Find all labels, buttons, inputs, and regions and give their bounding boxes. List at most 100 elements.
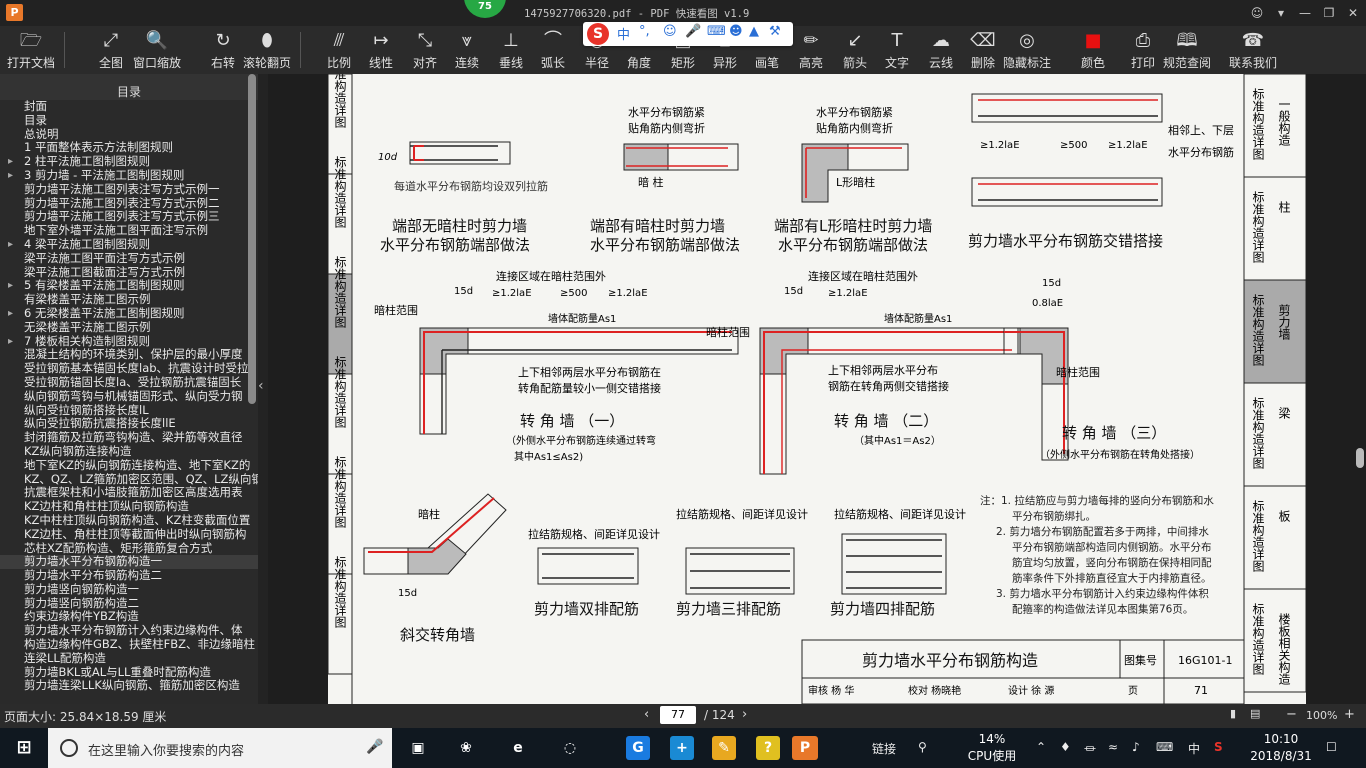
sidebar-scrollbar[interactable] xyxy=(248,74,256,404)
cross-app-icon[interactable]: + xyxy=(670,736,694,760)
help-app-icon[interactable]: ? xyxy=(756,736,780,760)
toc-item[interactable]: 梁平法施工图截面注写方式示例 xyxy=(0,266,258,280)
toc-item[interactable]: 梁平法施工图平面注写方式示例 xyxy=(0,252,258,266)
skin-icon[interactable]: ▲ xyxy=(749,24,759,39)
toc-item[interactable]: 剪力墙竖向钢筋构造二 xyxy=(0,597,258,611)
usb-icon[interactable]: ⏛ xyxy=(1084,740,1096,757)
close-button[interactable]: ✕ xyxy=(1344,4,1362,22)
layout-continuous-icon[interactable]: ▤ xyxy=(1250,707,1260,720)
toc-item[interactable]: 约束边缘构件YBZ构造 xyxy=(0,610,258,624)
wifi-icon[interactable]: ≈ xyxy=(1108,740,1118,754)
pdf-viewer-task-icon[interactable]: P xyxy=(792,736,818,760)
toc-item[interactable]: 剪力墙连梁LLK纵向钢筋、箍筋加密区构造 xyxy=(0,679,258,693)
toc-item[interactable]: 剪力墙水平分布钢筋构造一 xyxy=(0,555,258,570)
document-viewer[interactable]: 标准构造详图 标准构造详图 标准构造详图 标准构造详图 标准构造详图 标准构造详图 标准构… xyxy=(268,74,1356,704)
toc-item[interactable]: 目录 xyxy=(0,114,258,128)
toc-item[interactable]: 纵向钢筋弯钩与机械锚固形式、纵向受力钢 xyxy=(0,390,258,404)
score-badge[interactable]: 75 xyxy=(464,0,506,18)
toc-item[interactable]: 受拉钢筋基本锚固长度lab、抗震设计时受拉 xyxy=(0,362,258,376)
chevron-up-icon[interactable]: ⌃ xyxy=(1036,740,1046,754)
toc-item[interactable]: 封面 xyxy=(0,100,258,114)
user-ime-icon[interactable]: ☻ xyxy=(729,24,743,39)
next-page-button[interactable]: › xyxy=(742,707,747,722)
toc-item[interactable]: 连梁LL配筋构造 xyxy=(0,652,258,666)
ie-browser-icon[interactable]: e xyxy=(506,736,530,760)
toc-item[interactable]: 混凝土结构的环境类别、保护层的最小厚度 xyxy=(0,348,258,362)
notification-bell-icon[interactable]: ♦ xyxy=(1060,740,1071,754)
punctuation-icon[interactable]: °, xyxy=(639,24,650,39)
ime-language[interactable]: 中 xyxy=(1188,740,1200,757)
zoom-out-button[interactable]: − xyxy=(1286,707,1297,722)
toc-item[interactable]: 剪力墙平法施工图列表注写方式示例一 xyxy=(0,183,258,197)
microphone-icon[interactable]: 🎤 xyxy=(366,739,383,755)
toc-item[interactable]: 抗震框架柱和小墙肢箍筋加密区高度选用表 xyxy=(0,486,258,500)
toolbar-arc-button[interactable]: ⌒ 弧长 xyxy=(528,26,578,74)
toolbar-eraser-button[interactable]: ⌫ 删除 xyxy=(958,26,1008,74)
maximize-button[interactable]: ❐ xyxy=(1320,4,1338,22)
collapse-sidebar-button[interactable]: ‹ xyxy=(258,74,268,704)
browser-icon[interactable]: ◌ xyxy=(558,736,582,760)
layout-single-icon[interactable]: ▮ xyxy=(1230,707,1236,720)
ime-mode[interactable]: 中 xyxy=(617,24,630,43)
clock[interactable]: 10:10 2018/8/31 xyxy=(1250,731,1312,765)
notes-app-icon[interactable]: ✎ xyxy=(712,736,736,760)
keyboard-icon[interactable]: ⌨ xyxy=(707,24,726,39)
tools-icon[interactable]: ⚒ xyxy=(769,24,781,39)
toc-item[interactable]: 剪力墙水平分布钢筋构造二 xyxy=(0,569,258,583)
toc-item[interactable]: 纵向受拉钢筋抗震搭接长度llE xyxy=(0,417,258,431)
toc-item[interactable]: 纵向受拉钢筋搭接长度lL xyxy=(0,404,258,418)
toc-item[interactable]: 封闭箍筋及拉筋弯钩构造、梁并筋等效直径 xyxy=(0,431,258,445)
toc-item[interactable]: KZ边柱和角柱柱顶纵向钢筋构造 xyxy=(0,500,258,514)
toolbar-rotate-button[interactable]: ↻ 右转 xyxy=(198,26,248,74)
taskbar-search[interactable]: 在这里输入你要搜索的内容 🎤 xyxy=(48,728,392,768)
sogou-tray-icon[interactable]: S xyxy=(1214,740,1223,754)
toc-item[interactable]: 构造边缘构件GBZ、扶壁柱FBZ、非边缘暗柱 xyxy=(0,638,258,652)
viewer-scrollbar[interactable] xyxy=(1356,448,1364,468)
task-view-icon[interactable]: ▣ xyxy=(406,736,430,760)
toc-item[interactable]: 剪力墙水平分布钢筋计入约束边缘构件、体 xyxy=(0,624,258,638)
toc-item[interactable]: KZ纵向钢筋连接构造 xyxy=(0,445,258,459)
toolbar-highlight-button[interactable]: ✏ 高亮 xyxy=(786,26,836,74)
voice-icon[interactable]: 🎤 xyxy=(685,24,701,39)
toc-item[interactable]: 总说明 xyxy=(0,128,258,142)
toc-item[interactable]: KZ、QZ、LZ箍筋加密区范围、QZ、LZ纵向钢 xyxy=(0,473,258,487)
toc-item[interactable]: 5 有梁楼盖平法施工图制图规则 xyxy=(0,279,258,293)
app-fan-icon[interactable]: ❀ xyxy=(454,736,478,760)
emoji-icon[interactable]: ☺ xyxy=(663,24,677,39)
toolbar-contact-button[interactable]: ☎ 联系我们 xyxy=(1228,26,1278,74)
ime-toolbar[interactable]: S 中 °, ☺ 🎤 ⌨ ☻ ▲ ⚒ xyxy=(583,22,793,46)
toolbar-fit-button[interactable]: ⤢ 全图 xyxy=(86,26,136,74)
volume-icon[interactable]: ♪ xyxy=(1132,740,1140,754)
user-icon[interactable]: ☺ xyxy=(1248,4,1266,22)
toc-item[interactable]: 芯柱XZ配筋构造、矩形箍筋复合方式 xyxy=(0,542,258,556)
toc-item[interactable]: 无梁楼盖平法施工图示例 xyxy=(0,321,258,335)
toc-item[interactable]: 地下室KZ的纵向钢筋连接构造、地下室KZ的 xyxy=(0,459,258,473)
toc-item[interactable]: 剪力墙竖向钢筋构造一 xyxy=(0,583,258,597)
link-label[interactable]: 链接 xyxy=(872,740,896,757)
toc-item[interactable]: 受拉钢筋锚固长度la、受拉钢筋抗震锚固长 xyxy=(0,376,258,390)
toolbar-book-button[interactable]: 🕮 规范查阅 xyxy=(1162,26,1212,74)
toc-item[interactable]: 4 梁平法施工图制图规则 xyxy=(0,238,258,252)
start-button[interactable]: ⊞ xyxy=(12,736,36,760)
keyboard-tray-icon[interactable]: ⌨ xyxy=(1156,740,1173,754)
page-number-input[interactable]: 77 xyxy=(660,706,696,724)
toc-item[interactable]: 2 柱平法施工图制图规则 xyxy=(0,155,258,169)
toolbar-text-button[interactable]: T 文字 xyxy=(872,26,922,74)
toc-item[interactable]: 有梁楼盖平法施工图示例 xyxy=(0,293,258,307)
toc-item[interactable]: 剪力墙平法施工图列表注写方式示例三 xyxy=(0,210,258,224)
toc-item[interactable]: 7 楼板相关构造制图规则 xyxy=(0,335,258,349)
zoom-in-button[interactable]: + xyxy=(1344,707,1355,722)
toc-item[interactable]: 6 无梁楼盖平法施工图制图规则 xyxy=(0,307,258,321)
toc-item[interactable]: KZ边柱、角柱柱顶等截面伸出时纵向钢筋构 xyxy=(0,528,258,542)
toolbar-printer-button[interactable]: ⎙ 打印 xyxy=(1118,26,1168,74)
toc-item[interactable]: 地下室外墙平法施工图平面注写示例 xyxy=(0,224,258,238)
people-icon[interactable]: ⚲ xyxy=(918,740,927,754)
toc-item[interactable]: 剪力墙BKL或AL与LL重叠时配筋构造 xyxy=(0,666,258,680)
toc-item[interactable]: 1 平面整体表示方法制图规则 xyxy=(0,141,258,155)
prev-page-button[interactable]: ‹ xyxy=(644,707,649,722)
toolbar-continuous-button[interactable]: ⩔ 连续 xyxy=(442,26,492,74)
menu-icon[interactable]: ▾ xyxy=(1272,4,1290,22)
toolbar-linear-button[interactable]: ↦ 线性 xyxy=(356,26,406,74)
toolbar-eye-button[interactable]: ◎ 隐藏标注 xyxy=(1002,26,1052,74)
toc-item[interactable]: 3 剪力墙 - 平法施工图制图规则 xyxy=(0,169,258,183)
